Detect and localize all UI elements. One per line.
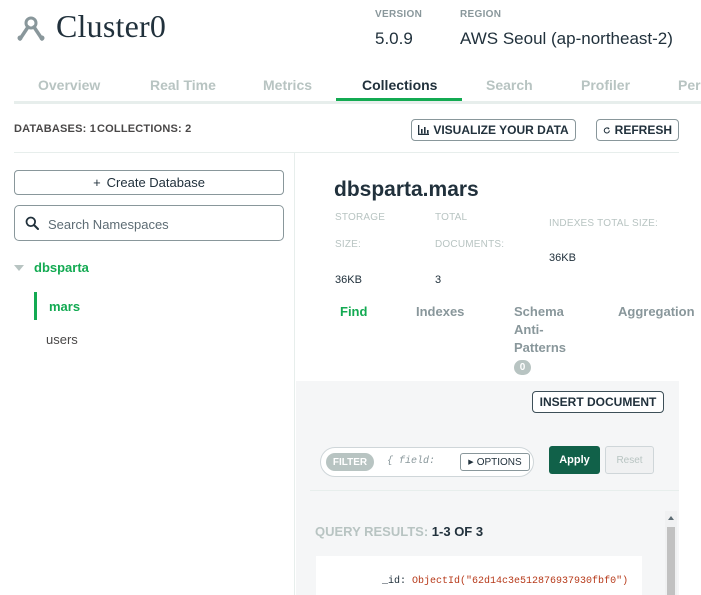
filter-bar: FILTER { field: ▶ OPTIONS: [320, 447, 534, 477]
collections-count: 2: [185, 123, 192, 135]
scroll-up-icon[interactable]: [668, 516, 674, 520]
storage-label-line2: SIZE:: [335, 239, 362, 250]
tab-collections[interactable]: Collections: [362, 77, 437, 93]
document-field: _id: ObjectId("62d14c3e512876937930fbf0"…: [382, 576, 628, 587]
storage-label-line1: STORAGE: [335, 212, 386, 223]
visualize-data-button[interactable]: VISUALIZE YOUR DATA: [411, 119, 576, 141]
tab-profiler[interactable]: Profiler: [581, 77, 630, 93]
query-results-summary: QUERY RESULTS: 1-3 OF 3: [315, 524, 483, 539]
collections-stat: COLLECTIONS: 2: [97, 123, 192, 135]
cluster-icon: [17, 16, 45, 41]
indexes-size-value: 36KB: [549, 252, 576, 264]
collections-label: COLLECTIONS:: [97, 123, 182, 135]
namespace-sidebar: + Create Database dbsparta mars users: [0, 152, 295, 595]
cluster-name: Cluster0: [56, 8, 167, 44]
reset-button[interactable]: Reset: [605, 446, 654, 474]
query-panel: INSERT DOCUMENT FILTER { field: ▶ OPTION…: [296, 381, 679, 595]
insert-document-button[interactable]: INSERT DOCUMENT: [532, 391, 664, 413]
subtab-indexes[interactable]: Indexes: [416, 303, 464, 321]
database-item[interactable]: dbsparta: [14, 260, 89, 275]
storage-size-value: 36KB: [335, 274, 362, 286]
cluster-header: Cluster0 VERSION 5.0.9 REGION AWS Seoul …: [0, 0, 701, 62]
visualize-data-label: VISUALIZE YOUR DATA: [433, 123, 569, 137]
databases-label: DATABASES:: [14, 123, 87, 135]
subtab-find[interactable]: Find: [340, 303, 367, 321]
results-scrollbar[interactable]: [665, 511, 677, 595]
field-value: ObjectId("62d14c3e512876937930fbf0"): [412, 576, 629, 587]
query-results-count: 1-3 OF 3: [431, 524, 484, 539]
databases-count: 1: [89, 123, 97, 135]
version-label: VERSION: [375, 9, 423, 20]
collection-item-mars[interactable]: mars: [49, 299, 80, 314]
storage-size-label: STORAGE SIZE:: [335, 204, 385, 258]
scrollbar-thumb[interactable]: [667, 527, 675, 595]
version-value: 5.0.9: [375, 29, 413, 48]
version-info: VERSION 5.0.9: [375, 9, 422, 49]
documents-label-line2: DOCUMENTS:: [435, 239, 505, 250]
document-card[interactable]: _id: ObjectId("62d14c3e512876937930fbf0"…: [316, 556, 642, 595]
collections-infobar: DATABASES: 1 COLLECTIONS: 2 VISUALIZE YO…: [14, 113, 679, 153]
total-documents-value: 3: [435, 274, 442, 286]
query-results-label: QUERY RESULTS:: [315, 524, 429, 539]
search-namespaces-input[interactable]: [48, 214, 276, 234]
options-label: OPTIONS: [476, 456, 522, 468]
tab-real-time[interactable]: Real Time: [150, 77, 216, 93]
create-database-button[interactable]: + Create Database: [14, 170, 284, 195]
schema-label-line1: Schema: [514, 304, 564, 319]
refresh-button[interactable]: REFRESH: [596, 119, 679, 141]
active-collection-indicator: [34, 292, 37, 320]
tab-search[interactable]: Search: [486, 77, 533, 93]
collection-main: dbsparta.mars STORAGE SIZE: 36KB TOTAL D…: [296, 152, 701, 595]
documents-label-line1: TOTAL: [435, 212, 468, 223]
field-key: _id:: [382, 576, 407, 587]
tab-metrics[interactable]: Metrics: [263, 77, 312, 93]
namespace-search: [14, 205, 284, 241]
refresh-label: REFRESH: [614, 123, 672, 137]
region-value: AWS Seoul (ap-northeast-2): [460, 29, 673, 48]
options-button[interactable]: ▶ OPTIONS: [460, 453, 530, 471]
caret-right-icon: ▶: [468, 459, 474, 466]
refresh-icon: [603, 126, 610, 133]
tab-overview[interactable]: Overview: [38, 77, 100, 93]
tab-performance[interactable]: Per: [678, 77, 701, 93]
apply-button[interactable]: Apply: [549, 446, 600, 474]
schema-label-line3: Patterns: [514, 340, 567, 355]
create-database-label: Create Database: [106, 175, 205, 190]
databases-stat: DATABASES: 1: [14, 123, 96, 135]
search-icon: [25, 216, 39, 230]
filter-badge: FILTER: [326, 453, 374, 471]
subtab-aggregation[interactable]: Aggregation: [618, 303, 695, 321]
divider: [310, 490, 679, 491]
schema-label-line2: Anti-: [514, 322, 544, 337]
cluster-tabs: Overview Real Time Metrics Collections S…: [14, 72, 701, 104]
region-label: REGION: [460, 9, 502, 20]
total-documents-label: TOTAL DOCUMENTS:: [435, 204, 504, 258]
filter-input[interactable]: { field:: [387, 456, 435, 467]
namespace-title: dbsparta.mars: [334, 178, 479, 201]
region-info: REGION AWS Seoul (ap-northeast-2): [460, 9, 673, 49]
count-badge: 0: [514, 360, 531, 375]
subtab-schema-anti-patterns[interactable]: Schema Anti- Patterns 0: [514, 303, 566, 375]
plus-icon: +: [93, 175, 101, 190]
collection-item-users[interactable]: users: [46, 332, 78, 347]
caret-down-icon[interactable]: [14, 264, 24, 271]
database-name: dbsparta: [34, 260, 89, 275]
active-tab-indicator: [336, 98, 462, 101]
bar-chart-icon: [418, 125, 430, 135]
indexes-size-label: INDEXES TOTAL SIZE:: [549, 218, 659, 229]
